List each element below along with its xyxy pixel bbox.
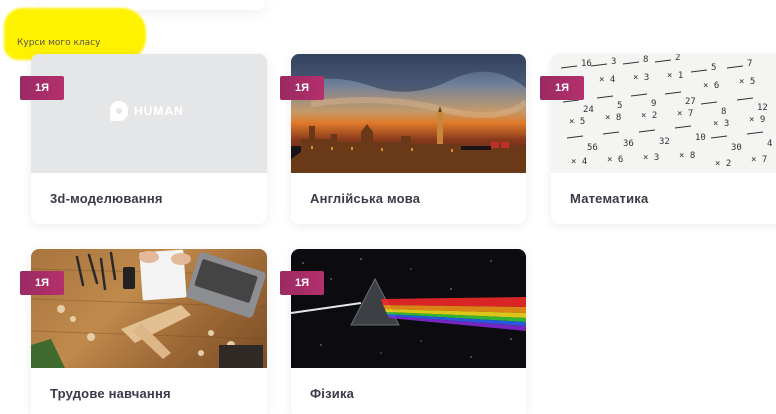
svg-text:5: 5 xyxy=(617,101,622,111)
svg-text:10: 10 xyxy=(695,133,706,143)
svg-text:× 4: × 4 xyxy=(599,75,615,85)
human-logo-text: HUMAN xyxy=(134,104,184,118)
svg-text:8: 8 xyxy=(643,55,648,65)
svg-text:9: 9 xyxy=(651,99,656,109)
svg-text:5: 5 xyxy=(711,63,716,73)
svg-text:30: 30 xyxy=(731,143,742,153)
course-badge: 1Я xyxy=(20,76,64,100)
svg-text:× 7: × 7 xyxy=(751,155,767,165)
prism-spectrum-image xyxy=(291,258,526,358)
svg-text:24: 24 xyxy=(583,105,594,115)
course-name[interactable]: Математика xyxy=(570,191,648,206)
svg-text:× 9: × 9 xyxy=(749,115,765,125)
course-badge: 1Я xyxy=(540,76,584,100)
svg-text:16: 16 xyxy=(581,59,592,69)
course-card-math[interactable]: 1638 257 × 2× 4× 3 × 1× 6× 5 2459 27812 … xyxy=(551,54,776,224)
svg-text:2: 2 xyxy=(675,54,680,63)
svg-text:36: 36 xyxy=(623,139,634,149)
course-badge: 1Я xyxy=(280,271,324,295)
course-card-labor-training[interactable]: Трудове навчання xyxy=(31,249,267,414)
course-card-english[interactable]: Англійська мова xyxy=(291,54,526,224)
course-thumbnail xyxy=(291,249,526,368)
svg-text:56: 56 xyxy=(587,143,598,153)
math-worksheet-image: 1638 257 × 2× 4× 3 × 1× 6× 5 2459 27812 … xyxy=(560,54,772,169)
svg-text:3: 3 xyxy=(611,57,616,67)
svg-text:× 2: × 2 xyxy=(715,159,731,169)
svg-text:7: 7 xyxy=(747,59,752,69)
human-logo: HUMAN xyxy=(110,101,184,121)
highlight-mark xyxy=(4,8,146,60)
svg-text:4: 4 xyxy=(767,139,772,149)
woodwork-desk-image xyxy=(31,249,267,368)
svg-text:× 5: × 5 xyxy=(569,117,585,127)
svg-text:× 8: × 8 xyxy=(679,151,695,161)
svg-text:32: 32 xyxy=(659,137,670,147)
course-name[interactable]: Англійська мова xyxy=(310,191,420,206)
svg-text:× 6: × 6 xyxy=(703,81,719,91)
svg-text:× 6: × 6 xyxy=(607,155,623,165)
course-thumbnail xyxy=(31,249,267,368)
course-badge: 1Я xyxy=(20,271,64,295)
human-logo-icon xyxy=(110,101,128,121)
course-badge: 1Я xyxy=(280,76,324,100)
course-card-physics[interactable]: Фізика xyxy=(291,249,526,414)
svg-text:× 1: × 1 xyxy=(667,71,683,81)
svg-text:× 5: × 5 xyxy=(739,77,755,87)
course-card-3d-modeling[interactable]: HUMAN 3d-моделювання xyxy=(31,54,267,224)
svg-text:× 8: × 8 xyxy=(605,113,621,123)
svg-text:8: 8 xyxy=(721,107,726,117)
svg-text:× 4: × 4 xyxy=(571,157,587,167)
london-skyline-image xyxy=(291,54,526,173)
svg-text:× 3: × 3 xyxy=(633,73,649,83)
course-name[interactable]: Трудове навчання xyxy=(50,386,171,401)
svg-text:× 3: × 3 xyxy=(643,153,659,163)
course-name[interactable]: 3d-моделювання xyxy=(50,191,163,206)
course-thumbnail: 1638 257 × 2× 4× 3 × 1× 6× 5 2459 27812 … xyxy=(551,54,776,173)
svg-text:× 2: × 2 xyxy=(641,111,657,121)
course-thumbnail: HUMAN xyxy=(31,54,267,173)
course-thumbnail xyxy=(291,54,526,173)
svg-text:27: 27 xyxy=(685,97,696,107)
svg-text:× 3: × 3 xyxy=(713,119,729,129)
page: Курси мого класу HUMAN 3d-моделювання 1Я xyxy=(0,0,776,414)
section-title: Курси мого класу xyxy=(17,38,101,48)
course-name[interactable]: Фізика xyxy=(310,386,354,401)
svg-text:12: 12 xyxy=(757,103,768,113)
svg-text:× 7: × 7 xyxy=(677,109,693,119)
